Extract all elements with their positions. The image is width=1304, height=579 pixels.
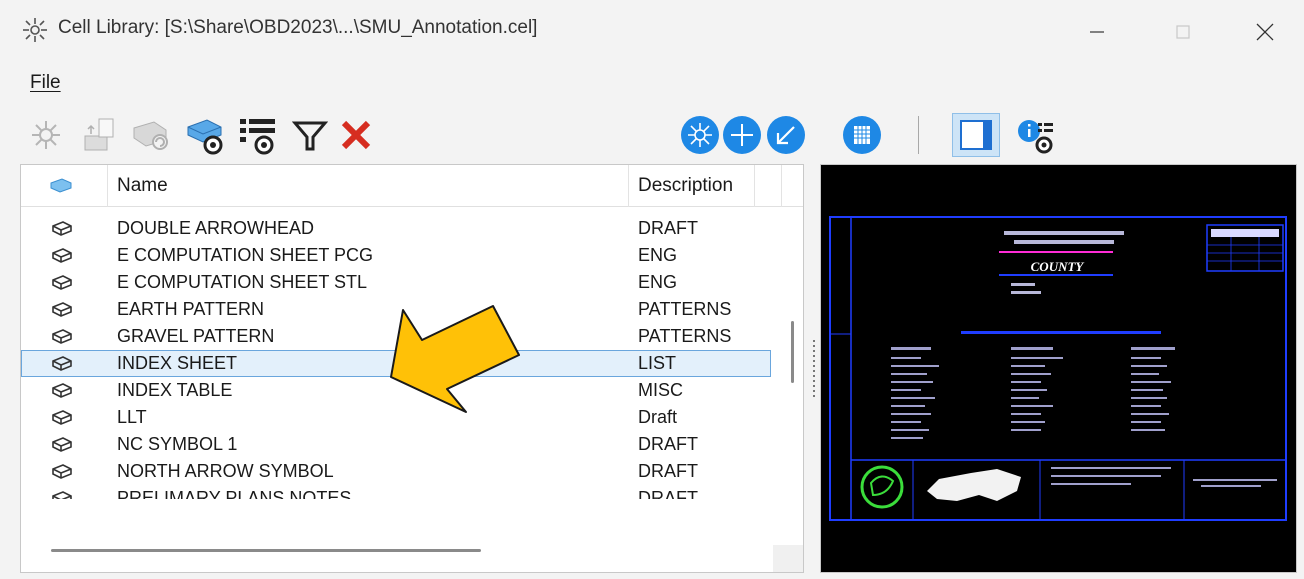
header-divider bbox=[107, 165, 108, 207]
minimize-button[interactable] bbox=[1072, 12, 1122, 52]
header-name[interactable]: Name bbox=[117, 165, 168, 207]
cell-icon bbox=[52, 329, 72, 344]
table-row[interactable]: NC SYMBOL 1 DRAFT bbox=[21, 431, 771, 458]
toolbar-separator bbox=[918, 116, 919, 154]
menu-bar: File bbox=[0, 62, 1304, 106]
cell-icon bbox=[52, 248, 72, 263]
vertical-scrollbar-thumb[interactable] bbox=[791, 321, 794, 383]
row-description: MISC bbox=[638, 380, 683, 400]
cell-column-icon bbox=[50, 178, 72, 193]
show-cells-button[interactable] bbox=[184, 113, 228, 157]
preview-toggle-button[interactable] bbox=[952, 113, 1000, 157]
table-row[interactable]: PRELIMARY PLANS NOTES DRAFT bbox=[21, 485, 771, 499]
delete-button[interactable] bbox=[334, 113, 378, 157]
cell-icon bbox=[52, 491, 72, 499]
row-description: ENG bbox=[638, 272, 678, 292]
row-name: INDEX SHEET bbox=[117, 353, 238, 373]
table-row[interactable]: DOUBLE ARROWHEAD DRAFT bbox=[21, 215, 771, 242]
row-description: DRAFT bbox=[638, 461, 698, 481]
cell-icon bbox=[52, 383, 72, 398]
toolbar bbox=[0, 106, 1304, 164]
cell-icon bbox=[52, 221, 72, 236]
row-name: GRAVEL PATTERN bbox=[117, 326, 275, 346]
table-row[interactable]: E COMPUTATION SHEET PCG ENG bbox=[21, 242, 771, 269]
row-description: PATTERNS bbox=[638, 299, 732, 319]
title-bar: Cell Library: [S:\Share\OBD2023\...\SMU_… bbox=[0, 0, 1304, 62]
row-name: E COMPUTATION SHEET PCG bbox=[117, 245, 374, 265]
header-divider bbox=[754, 165, 755, 207]
menu-file[interactable]: File bbox=[30, 72, 61, 94]
maximize-icon bbox=[1176, 25, 1190, 39]
header-divider bbox=[628, 165, 629, 207]
cell-library-icon bbox=[23, 18, 47, 42]
create-cell-button[interactable] bbox=[78, 113, 122, 157]
index-sheet-preview: COUNTY bbox=[829, 216, 1287, 521]
row-name: EARTH PATTERN bbox=[117, 299, 265, 319]
header-divider bbox=[781, 165, 782, 207]
row-description: LIST bbox=[638, 353, 677, 373]
place-cell-button[interactable] bbox=[24, 113, 68, 157]
maximize-button[interactable] bbox=[1158, 12, 1208, 52]
table-row[interactable]: NORTH ARROW SYMBOL DRAFT bbox=[21, 458, 771, 485]
annotation-arrow bbox=[390, 305, 520, 413]
row-name: NORTH ARROW SYMBOL bbox=[117, 461, 334, 481]
preview-icon bbox=[960, 120, 992, 150]
header-description[interactable]: Description bbox=[638, 165, 733, 207]
panel-splitter[interactable] bbox=[812, 340, 816, 402]
active-point-button[interactable] bbox=[720, 113, 764, 157]
delete-icon bbox=[341, 120, 371, 150]
refresh-cell-button[interactable] bbox=[128, 113, 172, 157]
filter-icon bbox=[292, 121, 328, 151]
active-cell-icon bbox=[681, 116, 719, 154]
cell-preview: COUNTY bbox=[820, 164, 1297, 573]
cell-icon bbox=[52, 275, 72, 290]
cell-icon bbox=[52, 464, 72, 479]
window-title: Cell Library: [S:\Share\OBD2023\...\SMU_… bbox=[58, 17, 538, 38]
refresh-cell-icon bbox=[133, 121, 168, 150]
row-name: DOUBLE ARROWHEAD bbox=[117, 218, 315, 238]
terminator-button[interactable] bbox=[764, 113, 808, 157]
close-button[interactable] bbox=[1240, 12, 1290, 52]
show-info-button[interactable] bbox=[1014, 113, 1058, 157]
list-header: Name Description bbox=[21, 165, 803, 207]
table-row[interactable]: E COMPUTATION SHEET STL ENG bbox=[21, 269, 771, 296]
cell-icon bbox=[52, 302, 72, 317]
minimize-icon bbox=[1090, 31, 1104, 33]
filter-button[interactable] bbox=[288, 113, 332, 157]
show-columns-icon bbox=[240, 119, 275, 155]
horizontal-scrollbar-thumb[interactable] bbox=[51, 549, 481, 552]
cell-icon bbox=[52, 356, 72, 371]
place-cell-icon bbox=[32, 121, 60, 149]
row-description: DRAFT bbox=[638, 218, 698, 238]
row-description: PATTERNS bbox=[638, 326, 732, 346]
pattern-button[interactable] bbox=[840, 113, 884, 157]
row-description: DRAFT bbox=[638, 488, 698, 499]
close-icon bbox=[1256, 23, 1274, 41]
row-description: DRAFT bbox=[638, 434, 698, 454]
terminator-icon bbox=[767, 116, 805, 154]
cell-icon bbox=[52, 437, 72, 452]
show-columns-button[interactable] bbox=[236, 113, 280, 157]
pattern-icon bbox=[843, 116, 881, 154]
active-point-icon bbox=[723, 116, 761, 154]
active-cell-button[interactable] bbox=[678, 113, 722, 157]
row-name: INDEX TABLE bbox=[117, 380, 233, 400]
cell-icon bbox=[52, 410, 72, 425]
row-description: ENG bbox=[638, 245, 678, 265]
row-name: LLT bbox=[117, 407, 147, 427]
row-name: NC SYMBOL 1 bbox=[117, 434, 238, 454]
row-name: E COMPUTATION SHEET STL bbox=[117, 272, 368, 292]
row-name: PRELIMARY PLANS NOTES bbox=[117, 488, 352, 499]
county-label: COUNTY bbox=[1031, 259, 1085, 274]
row-description: Draft bbox=[638, 407, 678, 427]
show-info-icon bbox=[1018, 120, 1053, 154]
show-cells-icon bbox=[187, 119, 223, 155]
create-cell-icon bbox=[84, 118, 114, 151]
scrollbar-corner bbox=[773, 545, 803, 572]
